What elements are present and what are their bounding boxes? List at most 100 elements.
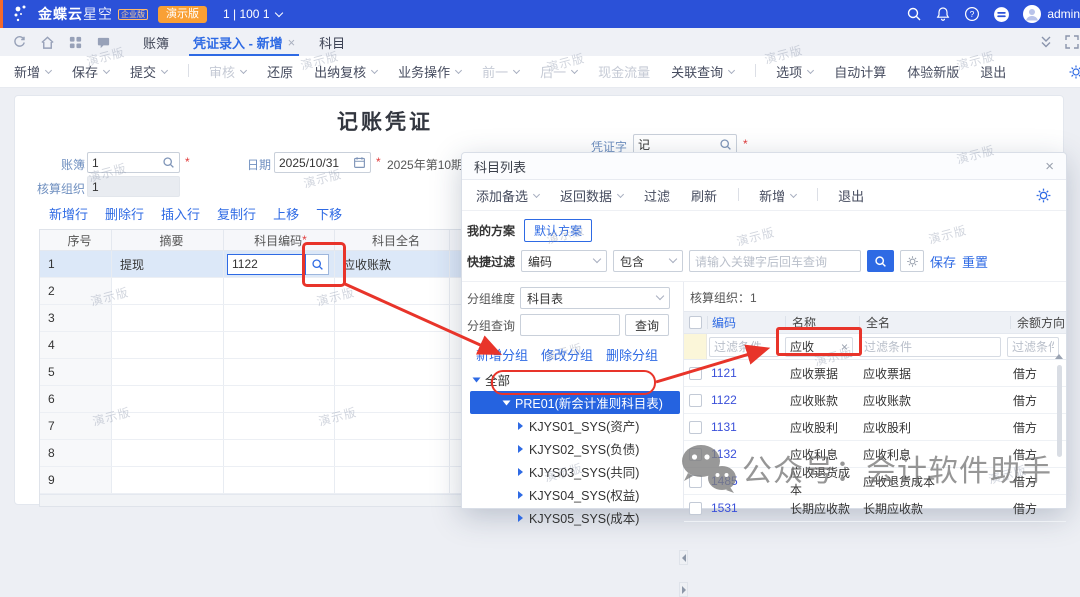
- fullname-filter-input[interactable]: 过滤条件: [859, 337, 1001, 357]
- row-checkbox[interactable]: [689, 448, 702, 461]
- username[interactable]: admin: [1047, 7, 1080, 21]
- toolbar-item[interactable]: 关联查询: [671, 62, 734, 81]
- fullscreen-icon[interactable]: [1064, 34, 1080, 50]
- tree-node[interactable]: KJYS02_SYS(负债): [462, 437, 683, 460]
- tab[interactable]: 凭证录入 - 新增 ×: [181, 28, 307, 56]
- group-action-link[interactable]: 删除分组: [606, 345, 658, 364]
- help-icon[interactable]: ?: [964, 6, 980, 22]
- account-code-input[interactable]: 1122: [227, 254, 306, 275]
- clear-filter-icon[interactable]: ×: [841, 340, 848, 354]
- subject-code[interactable]: 1121: [707, 366, 784, 380]
- subject-code[interactable]: 1531: [707, 501, 784, 515]
- home-icon[interactable]: [40, 35, 55, 50]
- toolbar-item[interactable]: 还原: [267, 62, 293, 81]
- tree-node[interactable]: KJYS04_SYS(权益): [462, 483, 683, 506]
- tree-node[interactable]: KJYS01_SYS(资产): [462, 414, 683, 437]
- code-filter-input[interactable]: 过滤条件: [709, 337, 779, 357]
- row-checkbox[interactable]: [689, 367, 702, 380]
- sync-icon[interactable]: [12, 35, 27, 50]
- subject-row[interactable]: 1122 应收账款 应收账款 借方: [684, 387, 1066, 414]
- row-action-link[interactable]: 下移: [316, 204, 342, 223]
- row-checkbox[interactable]: [689, 421, 702, 434]
- account-name-cell[interactable]: [335, 278, 450, 304]
- subject-row[interactable]: 1131 应收股利 应收股利 借方: [684, 414, 1066, 441]
- apps-icon[interactable]: [68, 35, 83, 50]
- date-field[interactable]: 2025/10/31: [274, 152, 371, 173]
- avatar[interactable]: [1023, 5, 1041, 23]
- summary-cell[interactable]: [112, 359, 224, 385]
- select-all-checkbox[interactable]: [689, 316, 702, 329]
- toolbar-item[interactable]: 提交: [130, 62, 167, 81]
- scrollbar-thumb[interactable]: [1057, 365, 1062, 457]
- tab[interactable]: 科目 ×: [307, 28, 357, 56]
- row-checkbox[interactable]: [689, 394, 702, 407]
- filter-settings-button[interactable]: [900, 250, 924, 272]
- account-name-cell[interactable]: [335, 413, 450, 439]
- account-code-cell[interactable]: [224, 413, 335, 439]
- bell-icon[interactable]: [935, 6, 951, 22]
- search-button[interactable]: [867, 250, 894, 272]
- account-name-cell[interactable]: 应收账款: [335, 251, 450, 277]
- tree-node[interactable]: KJYS05_SYS(成本): [462, 506, 683, 529]
- book-field[interactable]: 1: [87, 152, 180, 173]
- workspace-switcher[interactable]: 1 | 100 1: [223, 7, 282, 21]
- toolbar-item[interactable]: 新增: [14, 62, 51, 81]
- tree-node[interactable]: PRE01(新会计准则科目表): [470, 391, 680, 414]
- account-name-cell[interactable]: [335, 332, 450, 358]
- toolbar-item[interactable]: 现金流量: [598, 62, 650, 81]
- account-code-cell[interactable]: [224, 332, 335, 358]
- dialog-toolbar-item[interactable]: 返回数据: [560, 186, 623, 205]
- summary-cell[interactable]: [112, 278, 224, 304]
- subject-code[interactable]: 1122: [707, 393, 784, 407]
- toolbar-item[interactable]: 前一: [482, 62, 519, 81]
- theme-toggle-icon[interactable]: [993, 6, 1010, 23]
- summary-cell[interactable]: [112, 467, 224, 493]
- group-action-link[interactable]: 新增分组: [476, 345, 528, 364]
- tab[interactable]: 账簿 ×: [131, 28, 181, 56]
- collapse-toolbar-icon[interactable]: [1038, 34, 1054, 50]
- column-header-direction[interactable]: 余额方向: [1011, 314, 1066, 331]
- toolbar-item[interactable]: 后一: [540, 62, 577, 81]
- collapse-panel-right-icon[interactable]: [679, 582, 688, 597]
- summary-cell[interactable]: [112, 386, 224, 412]
- column-header-code[interactable]: 编码: [708, 314, 785, 331]
- toolbar-item[interactable]: 选项: [755, 62, 813, 81]
- account-code-cell[interactable]: [224, 305, 335, 331]
- toolbar-settings-gear-icon[interactable]: [1068, 64, 1080, 80]
- filter-field-select[interactable]: 编码: [521, 250, 607, 272]
- select-all-cell[interactable]: [684, 312, 707, 333]
- account-code-cell[interactable]: [224, 440, 335, 466]
- name-filter-input[interactable]: 应收×: [785, 337, 853, 357]
- grid-scrollbar[interactable]: [1054, 354, 1064, 457]
- account-name-cell[interactable]: [335, 359, 450, 385]
- group-action-link[interactable]: 修改分组: [541, 345, 593, 364]
- summary-cell[interactable]: [112, 413, 224, 439]
- account-name-cell[interactable]: [335, 440, 450, 466]
- reset-filter-link[interactable]: 重置: [962, 252, 988, 271]
- tree-node[interactable]: KJYS03_SYS(共同): [462, 460, 683, 483]
- dialog-titlebar[interactable]: 科目列表 ×: [462, 153, 1066, 180]
- toolbar-item[interactable]: 业务操作: [398, 62, 461, 81]
- toolbar-item[interactable]: 体验新版: [907, 62, 959, 81]
- row-action-link[interactable]: 上移: [273, 204, 299, 223]
- column-header-name[interactable]: 名称: [786, 314, 859, 331]
- toolbar-item[interactable]: 退出: [980, 62, 1006, 81]
- calendar-icon[interactable]: [353, 156, 366, 169]
- subject-row[interactable]: 1485 应收退货成本 应收退货成本 借方: [684, 468, 1066, 495]
- group-query-input[interactable]: [520, 314, 620, 336]
- subject-code[interactable]: 1485: [707, 474, 784, 488]
- account-code-cell[interactable]: [224, 467, 335, 493]
- account-code-cell[interactable]: [224, 386, 335, 412]
- group-dimension-select[interactable]: 科目表: [520, 287, 670, 309]
- dialog-settings-gear-icon[interactable]: [1035, 187, 1052, 204]
- summary-cell[interactable]: [112, 440, 224, 466]
- keyword-input[interactable]: 请输入关键字后回车查询: [689, 250, 861, 272]
- row-action-link[interactable]: 新增行: [49, 204, 88, 223]
- summary-cell[interactable]: 提现: [112, 251, 224, 277]
- account-name-cell[interactable]: [335, 467, 450, 493]
- account-lookup-button[interactable]: [306, 254, 329, 275]
- dialog-close-icon[interactable]: ×: [1045, 159, 1054, 174]
- row-action-link[interactable]: 删除行: [105, 204, 144, 223]
- collapse-panel-left-icon[interactable]: [679, 550, 688, 565]
- account-name-cell[interactable]: [335, 386, 450, 412]
